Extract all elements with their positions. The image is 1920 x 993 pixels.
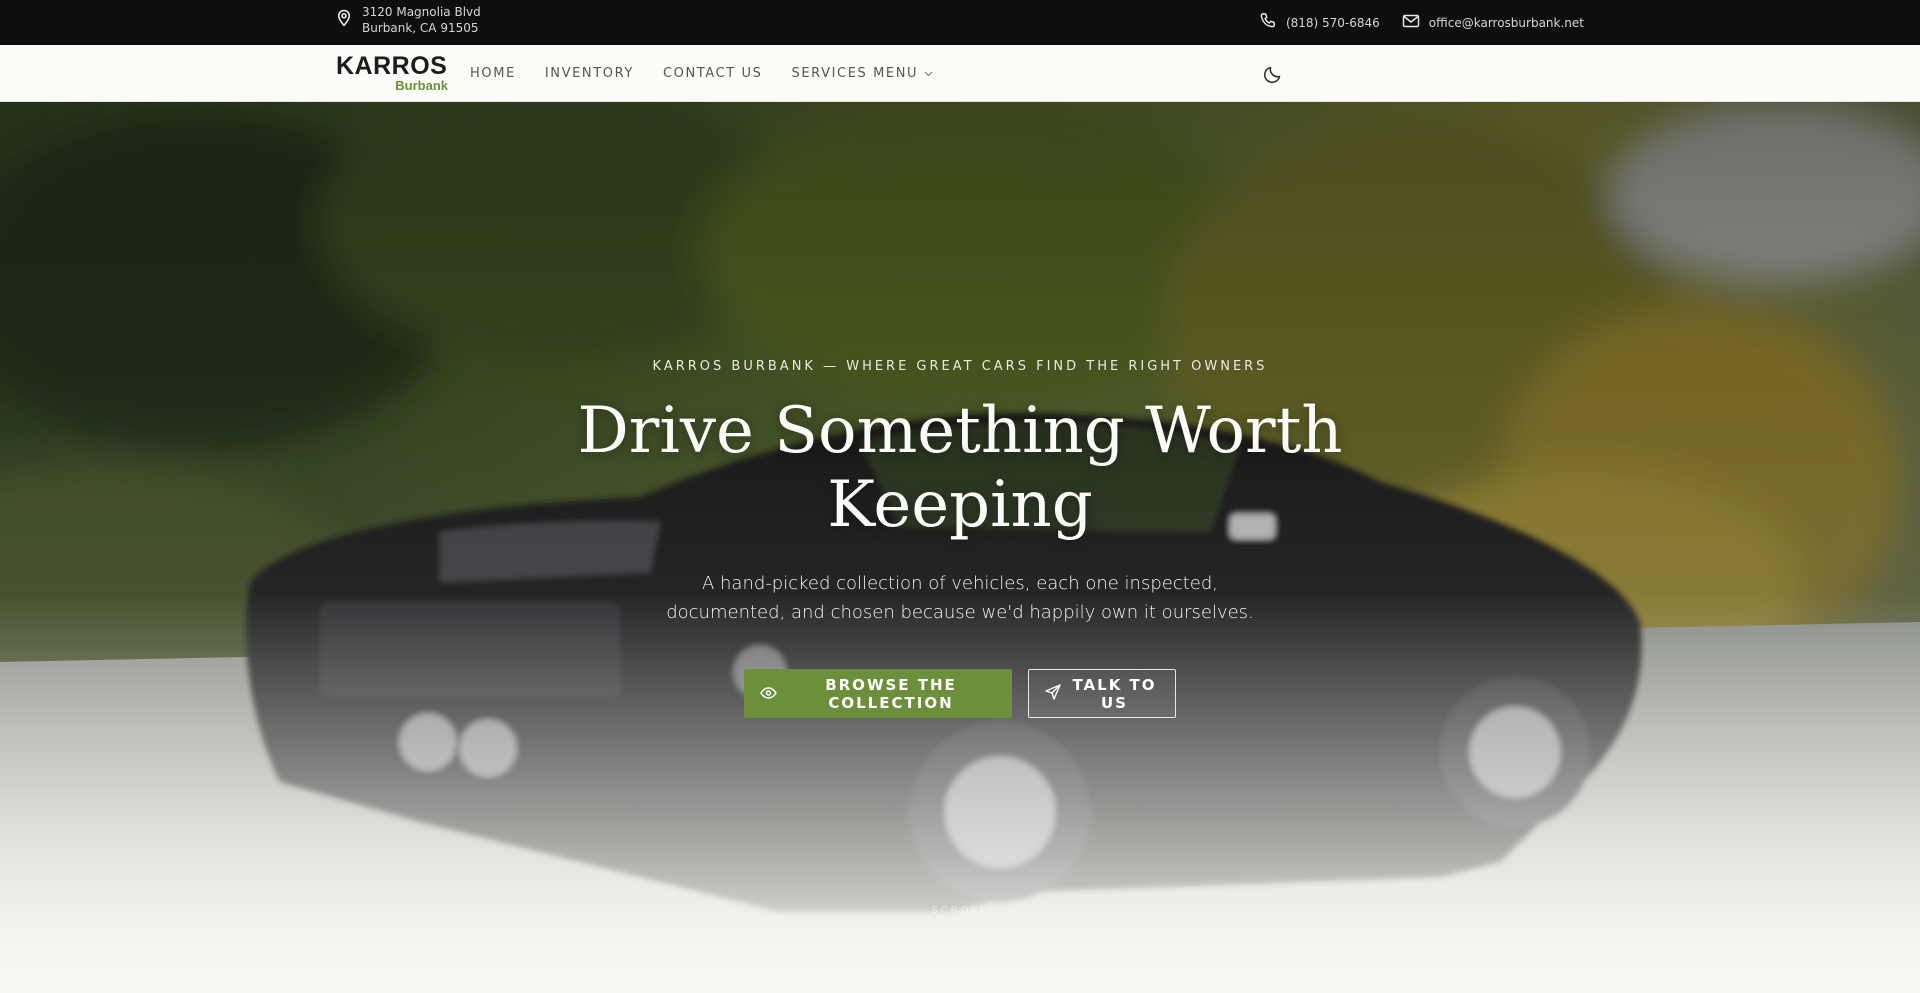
address-line-1: 3120 Magnolia Blvd <box>362 5 481 19</box>
send-icon <box>1045 683 1061 704</box>
address-block: 3120 Magnolia Blvd Burbank, CA 91505 <box>336 4 481 36</box>
nav-item-services-menu[interactable]: SERVICES MENU <box>792 66 934 81</box>
hero-section: KARROS BURBANK — WHERE GREAT CARS FIND T… <box>0 102 1920 993</box>
moon-icon[interactable] <box>1262 63 1284 85</box>
phone-link[interactable]: (818) 570-6846 <box>1259 12 1380 33</box>
chevron-down-icon <box>924 66 933 81</box>
browse-collection-button[interactable]: BROWSE THE COLLECTION <box>744 669 1012 718</box>
phone-number: (818) 570-6846 <box>1285 15 1380 30</box>
map-pin-icon <box>336 4 362 30</box>
headline-line-2: Keeping <box>827 468 1093 542</box>
email-address: office@karrosburbank.net <box>1428 15 1584 30</box>
nav-item-contact-us[interactable]: CONTACT US <box>663 66 763 81</box>
hero-eyebrow: KARROS BURBANK — WHERE GREAT CARS FIND T… <box>652 359 1268 374</box>
contact-block: (818) 570-6846 office@karrosburbank.net <box>1259 12 1584 33</box>
hero-gradient-overlay <box>0 102 1920 993</box>
main-navbar: KARROS Burbank HOME INVENTORY CONTACT US… <box>0 45 1920 102</box>
talk-to-us-label: TALK TO US <box>1072 675 1157 712</box>
scroll-hint[interactable]: SCROLL <box>0 905 1920 916</box>
logo-subtitle: Burbank <box>395 78 448 93</box>
top-info-bar: 3120 Magnolia Blvd Burbank, CA 91505 (81… <box>0 0 1920 45</box>
hero-lead: A hand-picked collection of vehicles, ea… <box>666 573 1254 623</box>
headline-line-1: Drive Something Worth <box>577 394 1343 468</box>
eye-icon <box>760 685 777 703</box>
nav-item-inventory[interactable]: INVENTORY <box>545 66 634 81</box>
email-link[interactable]: office@karrosburbank.net <box>1402 13 1584 32</box>
phone-icon <box>1259 12 1277 33</box>
talk-to-us-button[interactable]: TALK TO US <box>1028 669 1176 718</box>
mail-icon <box>1402 13 1420 32</box>
nav-item-home[interactable]: HOME <box>470 66 516 81</box>
address-line-2: Burbank, CA 91505 <box>362 21 479 35</box>
hero-cta-group: BROWSE THE COLLECTION TALK TO US <box>0 669 1920 718</box>
hero-headline: Drive Something Worth Keeping <box>0 394 1920 542</box>
browse-collection-label: BROWSE THE COLLECTION <box>825 675 957 712</box>
services-menu-label: SERVICES MENU <box>791 66 919 81</box>
site-logo[interactable]: KARROS Burbank <box>336 54 448 94</box>
primary-nav: HOME INVENTORY CONTACT US SERVICES MENU <box>470 45 962 102</box>
logo-brand: KARROS <box>336 52 448 80</box>
